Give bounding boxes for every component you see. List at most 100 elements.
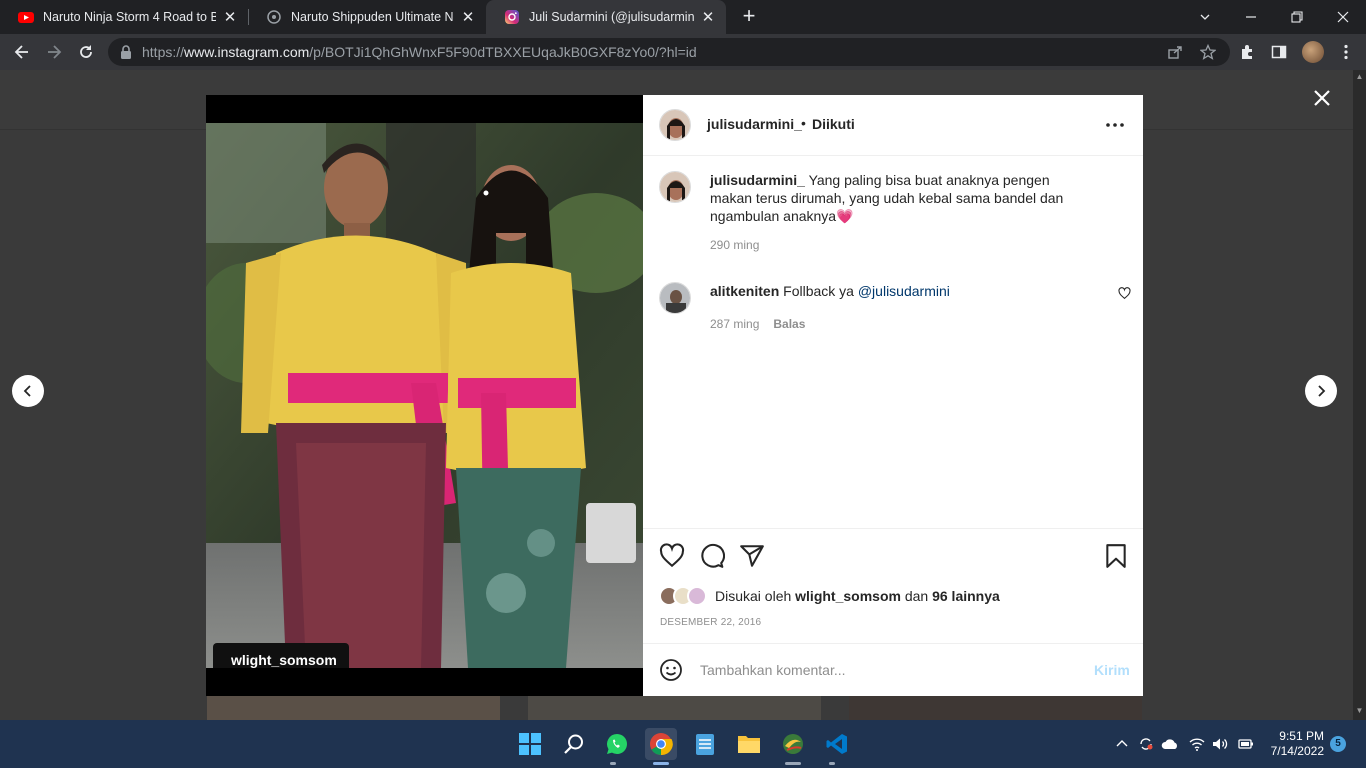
comments-section: julisudarmini_ Yang paling bisa buat ana…: [643, 157, 1143, 528]
game-launcher-icon: [783, 734, 803, 754]
bookmark-star-icon[interactable]: [1200, 44, 1216, 60]
wifi-tray-icon[interactable]: [1187, 734, 1207, 754]
caption-username[interactable]: julisudarmini_: [710, 172, 805, 188]
file-explorer-button[interactable]: [733, 728, 765, 760]
reply-button[interactable]: Balas: [773, 317, 805, 331]
game-launcher-button[interactable]: [777, 728, 809, 760]
search-icon: [564, 734, 583, 754]
cloud-icon: [1161, 739, 1177, 749]
chevron-left-icon: [23, 385, 31, 397]
windows-taskbar: 9:51 PM 7/14/2022: [0, 720, 1366, 768]
vscode-button[interactable]: [821, 728, 853, 760]
folder-icon: [738, 736, 760, 753]
wifi-icon: [1189, 738, 1205, 751]
reload-button[interactable]: [72, 38, 100, 66]
author-username[interactable]: julisudarmini_: [707, 116, 802, 132]
notification-badge[interactable]: 5: [1330, 736, 1346, 752]
back-button[interactable]: [8, 38, 36, 66]
whatsapp-button[interactable]: [601, 728, 633, 760]
system-clock[interactable]: 9:51 PM 7/14/2022: [1262, 729, 1324, 759]
restore-button[interactable]: [1274, 0, 1320, 34]
tab-search-icon[interactable]: [1182, 0, 1228, 34]
side-panel-icon[interactable]: [1269, 42, 1289, 62]
previous-post-button[interactable]: [12, 375, 44, 407]
running-indicator: [610, 762, 616, 765]
next-post-button[interactable]: [1305, 375, 1337, 407]
minimize-button[interactable]: [1228, 0, 1274, 34]
profile-avatar[interactable]: [1302, 41, 1324, 63]
tab-instagram[interactable]: Juli Sudarmini (@julisudarmini_) • ✕: [486, 0, 726, 34]
game-icon: [267, 10, 281, 24]
comment-icon[interactable]: [699, 543, 725, 569]
commenter-username[interactable]: alitkeniten: [710, 283, 779, 299]
tab-title: Naruto Ninja Storm 4 Road to Bo: [43, 10, 216, 24]
like-icon[interactable]: [659, 543, 685, 569]
author-avatar[interactable]: [659, 109, 691, 141]
start-button[interactable]: [514, 728, 546, 760]
post-modal: wlight_somsom julisudarmini_ • Diikuti j…: [206, 95, 1143, 696]
close-tab-icon[interactable]: ✕: [700, 8, 716, 26]
whatsapp-icon: [607, 734, 627, 754]
clock-date: 7/14/2022: [1270, 744, 1324, 758]
save-icon[interactable]: [1103, 543, 1129, 569]
address-bar[interactable]: https://www.instagram.com/p/BOTJi1QhGhWn…: [108, 38, 1230, 66]
author-avatar[interactable]: [659, 171, 691, 203]
post-media: wlight_somsom: [206, 95, 643, 696]
more-options-icon[interactable]: [1105, 115, 1125, 135]
following-button[interactable]: Diikuti: [812, 116, 855, 132]
url-prefix: https://: [142, 44, 185, 60]
instagram-icon: [505, 10, 519, 24]
share-icon[interactable]: [1167, 44, 1183, 60]
chrome-icon: [650, 733, 673, 756]
post-date[interactable]: DESEMBER 22, 2016: [660, 617, 761, 628]
photo-tag[interactable]: wlight_somsom: [213, 643, 349, 668]
chrome-button[interactable]: [645, 728, 677, 760]
volume-tray-icon[interactable]: [1210, 734, 1230, 754]
tab-strip: Naruto Ninja Storm 4 Road to Bo ✕ Naruto…: [0, 0, 1366, 34]
post-photo[interactable]: wlight_somsom: [206, 123, 643, 668]
commenter-avatar[interactable]: [659, 282, 691, 314]
comment-body: Follback ya: [783, 283, 854, 299]
windows-icon: [519, 733, 541, 755]
forward-button[interactable]: [40, 38, 68, 66]
browser-toolbar: https://www.instagram.com/p/BOTJi1QhGhWn…: [0, 34, 1366, 70]
youtube-icon: [18, 12, 34, 23]
notepad-button[interactable]: [689, 728, 721, 760]
post-comment-button[interactable]: Kirim: [1094, 662, 1130, 678]
comment-time[interactable]: 287 ming: [710, 317, 759, 331]
heart-emoji: 💗: [836, 208, 854, 224]
onedrive-tray-icon[interactable]: [1160, 734, 1180, 754]
menu-icon[interactable]: [1336, 42, 1356, 62]
add-comment-bar: Tambahkan komentar... Kirim: [643, 643, 1143, 696]
url-text: https://www.instagram.com/p/BOTJi1QhGhWn…: [142, 44, 697, 60]
comment-input[interactable]: Tambahkan komentar...: [700, 662, 846, 678]
close-tab-icon[interactable]: ✕: [460, 8, 476, 26]
close-tab-icon[interactable]: ✕: [222, 8, 238, 26]
caption-time[interactable]: 290 ming: [710, 238, 759, 252]
page-scrollbar[interactable]: ▲ ▼: [1353, 70, 1366, 720]
close-window-button[interactable]: [1320, 0, 1366, 34]
chevron-right-icon: [1318, 385, 1326, 397]
likes-prefix: Disukai oleh: [715, 588, 792, 604]
reload-icon: [80, 45, 92, 58]
new-tab-button[interactable]: +: [737, 5, 761, 29]
close-modal-icon[interactable]: [1310, 86, 1334, 110]
show-hidden-icons[interactable]: [1112, 734, 1132, 754]
tab-naruto-storm[interactable]: Naruto Ninja Storm 4 Road to Bo ✕: [0, 0, 248, 34]
post-header: julisudarmini_ • Diikuti: [643, 95, 1143, 156]
sync-tray-icon[interactable]: [1136, 734, 1156, 754]
emoji-icon[interactable]: [659, 658, 683, 682]
comment-mention[interactable]: @julisudarmini: [858, 283, 950, 299]
likes-count[interactable]: 96 lainnya: [932, 588, 1000, 604]
caption-text: julisudarmini_ Yang paling bisa buat ana…: [710, 171, 1090, 225]
tab-title: Naruto Shippuden Ultimate Ninja: [291, 10, 454, 24]
battery-tray-icon[interactable]: [1236, 734, 1256, 754]
like-comment-icon[interactable]: [1118, 287, 1131, 300]
extensions-icon[interactable]: [1237, 42, 1257, 62]
search-button[interactable]: [558, 728, 590, 760]
share-icon[interactable]: [739, 543, 765, 569]
comment-text: alitkeniten Follback ya @julisudarmini: [710, 282, 1090, 300]
likes-user[interactable]: wlight_somsom: [795, 588, 901, 604]
post-sidebar: julisudarmini_ • Diikuti julisudarmini_ …: [643, 95, 1143, 696]
tab-naruto-shippuden[interactable]: Naruto Shippuden Ultimate Ninja ✕: [248, 0, 486, 34]
